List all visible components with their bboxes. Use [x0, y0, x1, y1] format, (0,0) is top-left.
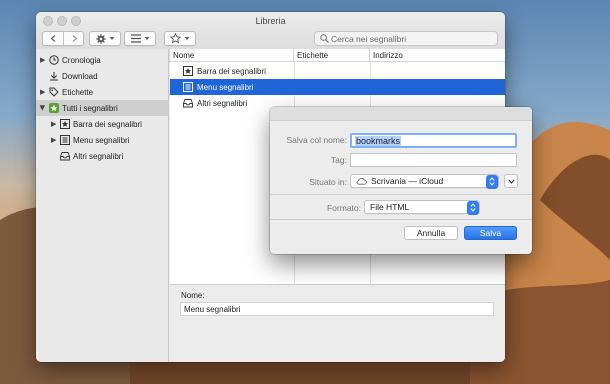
save-button[interactable]: Salva — [464, 226, 517, 240]
row-name: Barra dei segnalibri — [197, 66, 266, 76]
sidebar: ▶ Cronologia Download ▶ Etichette ▶ Tutt… — [36, 49, 169, 362]
tag-icon — [49, 87, 59, 97]
column-header-name[interactable]: Nome — [170, 49, 294, 62]
format-popup[interactable]: File HTML — [364, 200, 480, 215]
gear-icon — [95, 33, 106, 44]
download-icon — [49, 71, 59, 81]
sidebar-item-other-bookmarks[interactable]: Altri segnalibri — [36, 148, 169, 164]
where-label: Situato in: — [309, 177, 347, 187]
disclosure-triangle-icon[interactable]: ▶ — [51, 136, 56, 144]
sidebar-item-label: Menu segnalibri — [73, 135, 130, 145]
tray-icon — [183, 98, 193, 108]
save-as-value: bookmarks — [355, 135, 402, 146]
row-name: Altri segnalibri — [197, 98, 248, 108]
sidebar-item-all-bookmarks[interactable]: ▶ Tutti i segnalibri — [36, 100, 169, 116]
name-field[interactable]: Menu segnalibri — [180, 302, 494, 316]
sidebar-item-tags[interactable]: ▶ Etichette — [36, 84, 169, 100]
search-input[interactable]: Cerca nei segnalibri — [314, 31, 498, 46]
sidebar-item-label: Altri segnalibri — [73, 151, 124, 161]
sidebar-item-label: Etichette — [62, 87, 94, 97]
sidebar-item-bookmarks-toolbar[interactable]: ▶ Barra dei segnalibri — [36, 116, 169, 132]
sidebar-item-label: Tutti i segnalibri — [62, 103, 118, 113]
format-label: Formato: — [326, 203, 361, 213]
organize-menu-button[interactable] — [89, 31, 121, 46]
chevron-down-icon — [507, 178, 515, 184]
star-box-icon — [183, 66, 193, 76]
star-import-icon — [170, 33, 181, 44]
search-placeholder: Cerca nei segnalibri — [331, 33, 407, 44]
where-popup[interactable]: Scrivania — iCloud — [350, 174, 499, 189]
name-label: Nome: — [181, 291, 205, 300]
save-as-field[interactable]: bookmarks — [350, 133, 517, 148]
sidebar-item-bookmarks-menu[interactable]: ▶ Menu segnalibri — [36, 132, 169, 148]
window-title: Libreria — [255, 16, 286, 26]
star-box-icon — [60, 119, 70, 129]
dialog-header — [270, 107, 532, 121]
chevron-down-icon — [109, 37, 114, 40]
sidebar-item-downloads[interactable]: Download — [36, 68, 169, 84]
cancel-button[interactable]: Annulla — [404, 226, 458, 240]
row-name: Menu segnalibri — [197, 82, 254, 92]
chevron-down-icon — [184, 37, 190, 40]
divider — [270, 194, 532, 195]
disclosure-triangle-icon[interactable]: ▶ — [40, 56, 45, 64]
sidebar-item-history[interactable]: ▶ Cronologia — [36, 52, 169, 68]
menu-list-icon — [60, 135, 70, 145]
format-value: File HTML — [370, 202, 410, 212]
table-row[interactable]: Barra dei segnalibri — [170, 63, 505, 79]
back-forward-control — [42, 31, 84, 46]
menu-list-icon — [183, 82, 193, 92]
save-as-label: Salva col nome: — [286, 135, 347, 145]
disclosure-triangle-icon[interactable]: ▶ — [39, 105, 47, 110]
chevron-down-icon — [144, 37, 149, 40]
cloud-icon — [356, 177, 367, 185]
search-icon — [320, 34, 329, 43]
details-panel: Nome: Menu segnalibri — [170, 284, 505, 362]
disclosure-triangle-icon[interactable]: ▶ — [51, 120, 56, 128]
sidebar-item-label: Download — [62, 71, 98, 81]
expand-dialog-button[interactable] — [504, 174, 518, 188]
list-view-icon — [130, 34, 141, 43]
column-header-address[interactable]: Indirizzo — [370, 49, 505, 62]
back-icon — [50, 35, 55, 42]
disclosure-triangle-icon[interactable]: ▶ — [40, 88, 45, 96]
table-row[interactable]: Menu segnalibri — [170, 79, 505, 95]
tags-label: Tag: — [330, 155, 347, 165]
sidebar-item-label: Cronologia — [62, 55, 101, 65]
views-menu-button[interactable] — [124, 31, 156, 46]
clock-icon — [49, 55, 59, 65]
tags-field[interactable] — [350, 153, 517, 167]
where-value: Scrivania — iCloud — [371, 176, 444, 186]
sidebar-item-label: Barra dei segnalibri — [73, 119, 142, 129]
divider — [270, 219, 532, 220]
forward-button[interactable] — [64, 32, 85, 45]
popup-arrows-icon — [486, 174, 498, 189]
star-folder-icon — [49, 103, 59, 113]
forward-icon — [72, 35, 78, 42]
back-button[interactable] — [43, 32, 64, 45]
import-export-menu-button[interactable] — [164, 31, 196, 46]
column-header-tags[interactable]: Etichette — [294, 49, 370, 62]
popup-arrows-icon — [467, 200, 479, 215]
tray-icon — [60, 151, 70, 161]
save-dialog: Salva col nome: bookmarks Tag: Situato i… — [270, 107, 532, 254]
